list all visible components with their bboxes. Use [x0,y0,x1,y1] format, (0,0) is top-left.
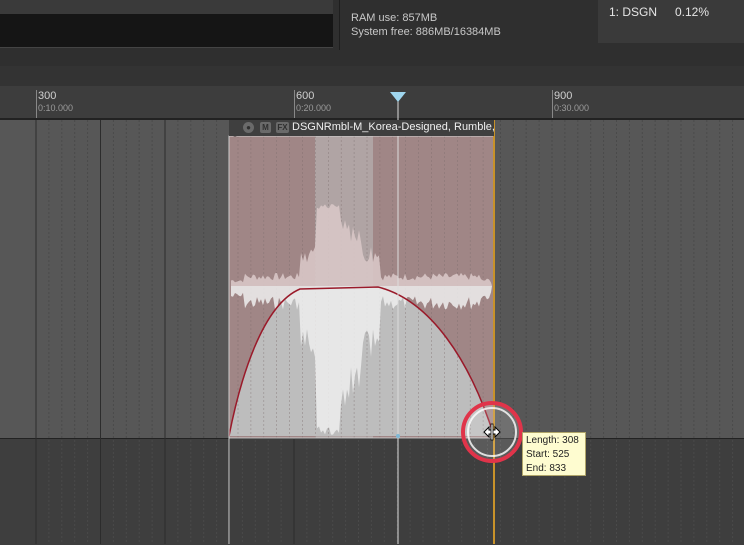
playhead-anchor [396,434,400,438]
clip-title: DSGNRmbl-M_Korea-Designed, Rumble, [292,121,494,133]
clip-info-tooltip: Length: 308 Start: 525 End: 833 [522,432,586,476]
clip-mute-button[interactable]: M [260,122,271,133]
tooltip-length: Length: 308 [526,435,579,446]
arrange-canvas [35,92,734,544]
playhead-marker-icon [390,92,406,102]
audio-clip [228,135,495,439]
tooltip-end: End: 833 [526,463,567,474]
clip-fx-button[interactable]: FX [276,122,289,133]
clip-power-icon[interactable]: ● [243,122,254,133]
tooltip-start: Start: 525 [526,449,570,460]
